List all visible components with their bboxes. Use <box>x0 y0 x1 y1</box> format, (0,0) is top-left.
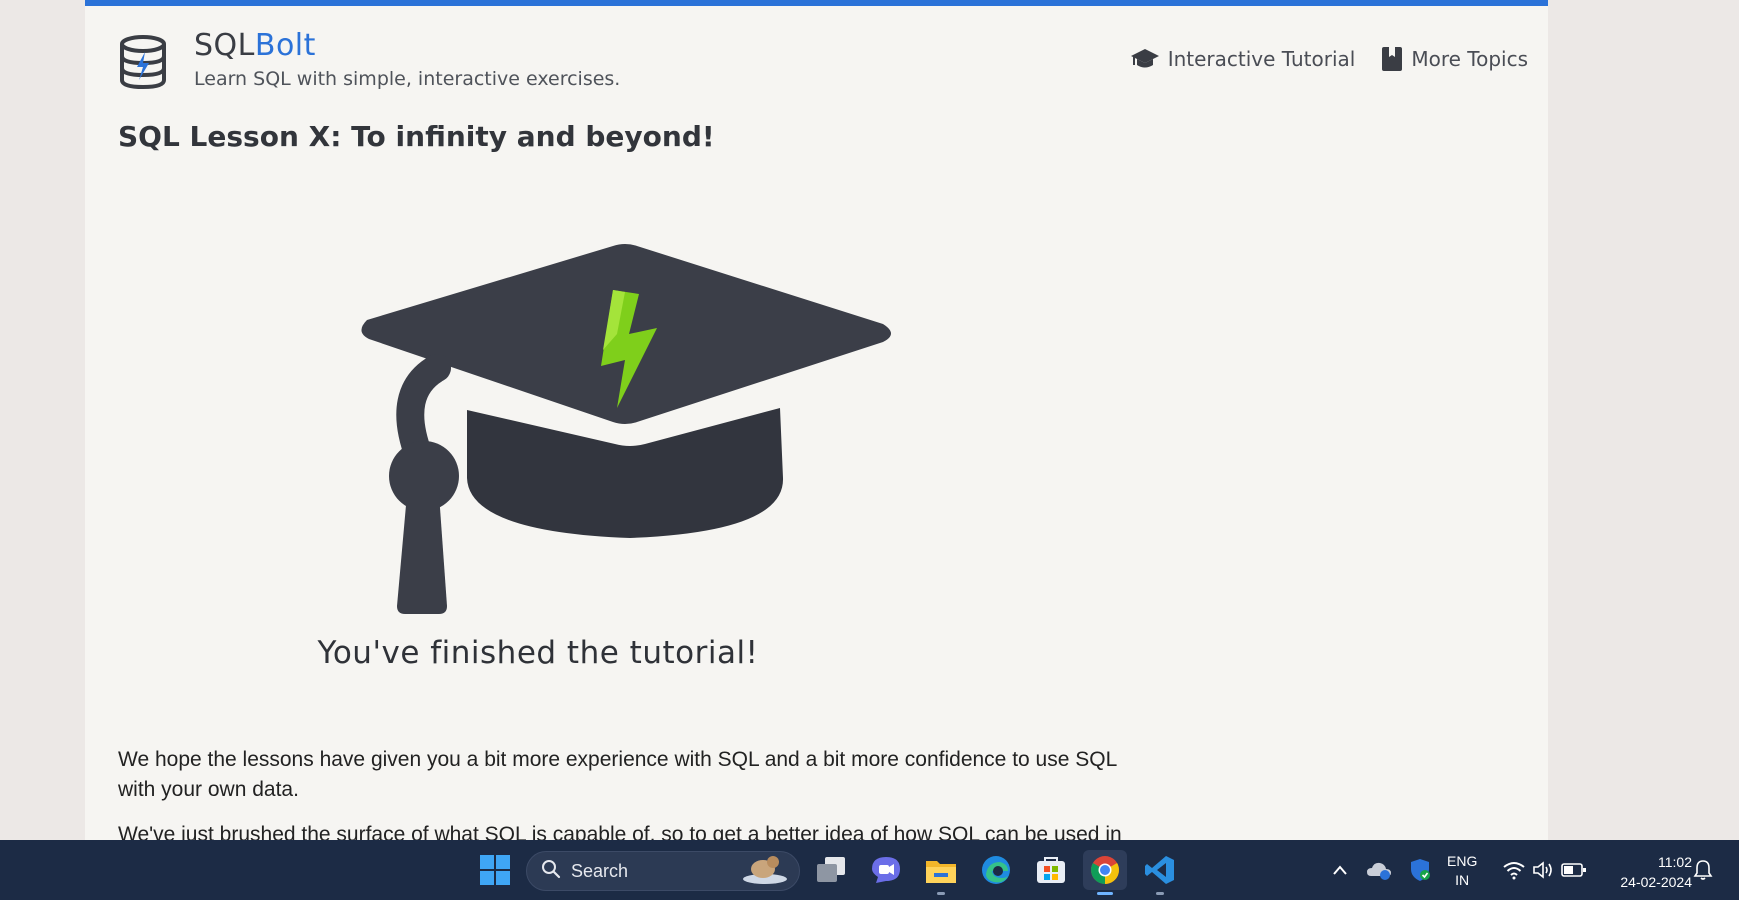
closing-paragraph-1: We hope the lessons have given you a bit… <box>118 748 1117 801</box>
explorer-running-indicator <box>937 892 945 895</box>
database-bolt-icon[interactable] <box>118 34 168 90</box>
finished-heading: You've finished the tutorial! <box>317 635 759 671</box>
search-highlight-icon <box>741 853 789 890</box>
onedrive-icon[interactable] <box>1359 850 1399 890</box>
vscode-icon[interactable] <box>1140 850 1180 890</box>
chrome-active-indicator <box>1097 892 1113 895</box>
clock-date: 24-02-2024 <box>1620 874 1692 890</box>
search-icon <box>541 859 561 884</box>
graduation-cap-bolt-icon <box>355 242 905 618</box>
chrome-icon[interactable] <box>1083 850 1127 890</box>
task-view-icon[interactable] <box>811 850 851 890</box>
store-icon[interactable] <box>1031 850 1071 890</box>
top-nav: Interactive Tutorial More Topics <box>1130 46 1528 72</box>
security-shield-icon[interactable] <box>1400 850 1440 890</box>
edge-icon[interactable] <box>976 850 1016 890</box>
system-clock[interactable]: 11:02 24-02-2024 <box>1598 852 1692 892</box>
windows-start-icon[interactable] <box>475 850 515 890</box>
notification-bell-icon[interactable] <box>1683 850 1723 890</box>
book-icon <box>1381 46 1403 72</box>
vscode-running-indicator <box>1156 892 1164 895</box>
battery-icon[interactable] <box>1554 850 1594 890</box>
chat-icon[interactable] <box>866 850 906 890</box>
graduation-cap-icon <box>1130 47 1160 71</box>
file-explorer-icon[interactable] <box>921 850 961 890</box>
clock-time: 11:02 <box>1658 854 1692 870</box>
browser-page: SQLBolt Learn SQL with simple, interacti… <box>85 0 1548 840</box>
nav-more-topics[interactable]: More Topics <box>1381 46 1528 72</box>
site-brand[interactable]: SQLBolt <box>194 28 316 63</box>
nav-interactive-tutorial-label: Interactive Tutorial <box>1167 47 1356 71</box>
lang-line1: ENG <box>1447 853 1478 869</box>
lang-line2: IN <box>1455 872 1470 888</box>
taskbar-search[interactable]: Search <box>526 851 800 891</box>
brand-sql: SQL <box>194 28 255 63</box>
site-header: SQLBolt Learn SQL with simple, interacti… <box>85 6 1548 106</box>
site-tagline: Learn SQL with simple, interactive exerc… <box>194 68 621 90</box>
brand-bolt: Bolt <box>254 28 316 63</box>
nav-interactive-tutorial[interactable]: Interactive Tutorial <box>1130 47 1356 71</box>
nav-more-topics-label: More Topics <box>1411 47 1528 71</box>
language-indicator[interactable]: ENG IN <box>1447 852 1477 890</box>
search-placeholder: Search <box>571 860 629 881</box>
closing-paragraph-2: We've just brushed the surface of what S… <box>118 823 1122 840</box>
chevron-up-icon[interactable] <box>1320 850 1360 890</box>
lesson-title: SQL Lesson X: To infinity and beyond! <box>118 120 715 153</box>
windows-taskbar: Search ENG IN 11:02 24-02-2024 <box>0 840 1739 900</box>
